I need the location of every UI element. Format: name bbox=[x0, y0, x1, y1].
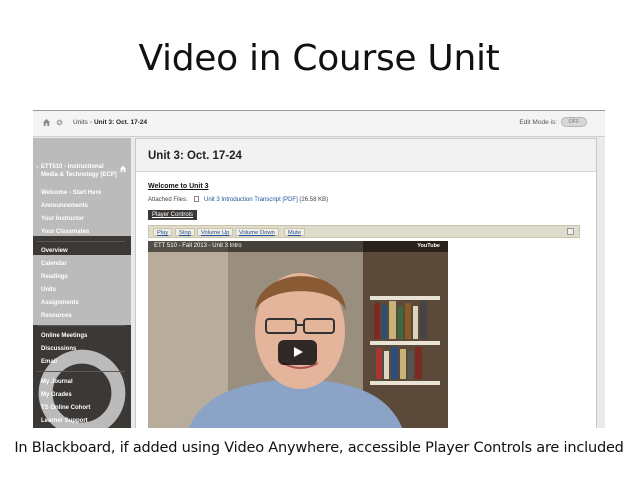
video-player[interactable]: ETT 510 - Fall 2013 - Unit 3 Intro YouTu… bbox=[148, 241, 448, 428]
course-menu-toolbar bbox=[33, 138, 131, 428]
file-icon bbox=[194, 196, 200, 202]
blackboard-screenshot: Units › Unit 3: Oct. 17-24 Edit Mode is: O… bbox=[33, 110, 605, 428]
menu-divider bbox=[37, 241, 125, 242]
course-home-icon[interactable] bbox=[119, 165, 127, 173]
breadcrumb-current: Unit 3: Oct. 17-24 bbox=[93, 119, 148, 126]
play-button[interactable]: Play bbox=[153, 228, 173, 236]
menu-divider bbox=[37, 325, 125, 326]
page-title: Unit 3: Oct. 17-24 bbox=[148, 150, 242, 162]
breadcrumb: Units › Unit 3: Oct. 17-24 bbox=[73, 119, 147, 126]
top-breadcrumb-bar: Units › Unit 3: Oct. 17-24 Edit Mode is: O… bbox=[33, 111, 605, 137]
attached-files: Attached Files: Unit 3 Introduction Tran… bbox=[148, 196, 328, 203]
refresh-icon[interactable] bbox=[33, 344, 131, 428]
player-controls-bar: Play Stop Volume Up Volume Down Mute bbox=[148, 225, 580, 238]
nav-item-classmates[interactable]: Your Classmates bbox=[41, 229, 89, 235]
attached-file-size: (26.58 KB) bbox=[299, 197, 329, 203]
slide-caption: In Blackboard, if added using Video Anyw… bbox=[14, 440, 624, 456]
youtube-logo[interactable]: YouTube bbox=[417, 241, 440, 252]
nav-item-announcements[interactable]: Announcements bbox=[41, 203, 88, 209]
attached-files-label: Attached Files: bbox=[148, 197, 188, 203]
video-title-bar: ETT 510 - Fall 2013 - Unit 3 Intro YouTu… bbox=[148, 241, 448, 252]
nav-item-assignments[interactable]: Assignments bbox=[41, 300, 79, 306]
content-area: Unit 3: Oct. 17-24 Welcome to Unit 3 Att… bbox=[135, 138, 597, 428]
nav-item-my-grades[interactable]: My Grades bbox=[41, 392, 72, 398]
welcome-heading[interactable]: Welcome to Unit 3 bbox=[148, 183, 209, 190]
nav-item-instructor[interactable]: Your Instructor bbox=[41, 216, 84, 222]
slide-title: Video in Course Unit bbox=[138, 38, 500, 79]
nav-item-resources[interactable]: Resources bbox=[41, 313, 72, 319]
nav-item-discussions[interactable]: Discussions bbox=[41, 346, 76, 352]
menu-divider bbox=[37, 371, 125, 372]
nav-item-units[interactable]: Units bbox=[41, 287, 56, 293]
mute-button[interactable]: Mute bbox=[284, 228, 305, 236]
volume-down-button[interactable]: Volume Down bbox=[235, 228, 279, 236]
expand-icon[interactable] bbox=[567, 228, 574, 235]
nav-item-ts-online-cohort[interactable]: TS Online Cohort bbox=[41, 405, 90, 411]
stop-button[interactable]: Stop bbox=[175, 228, 195, 236]
collapse-caret-icon[interactable]: ▼ bbox=[35, 165, 40, 171]
edit-mode-toggle[interactable]: OFF bbox=[561, 117, 587, 127]
edit-mode-label: Edit Mode is: bbox=[519, 119, 557, 126]
video-frame bbox=[148, 241, 448, 428]
nav-item-email[interactable]: Email bbox=[41, 359, 57, 365]
breadcrumb-units[interactable]: Units bbox=[73, 119, 88, 126]
course-menu: ▼ ETT510 - Instructional Media & Technol… bbox=[33, 138, 131, 428]
content-header: Unit 3: Oct. 17-24 bbox=[136, 139, 596, 172]
home-icon[interactable] bbox=[42, 118, 51, 127]
course-name[interactable]: ETT510 - Instructional Media & Technolog… bbox=[41, 164, 121, 179]
nav-item-overview[interactable]: Overview bbox=[41, 248, 68, 254]
video-title[interactable]: ETT 510 - Fall 2013 - Unit 3 Intro bbox=[154, 243, 242, 249]
play-icon[interactable] bbox=[278, 340, 317, 365]
nav-item-learner-support[interactable]: Learner Support bbox=[41, 418, 88, 424]
nav-item-calendar[interactable]: Calendar bbox=[41, 261, 67, 267]
gear-icon[interactable] bbox=[55, 118, 64, 127]
nav-item-my-journal[interactable]: My Journal bbox=[41, 379, 73, 385]
volume-up-button[interactable]: Volume Up bbox=[197, 228, 234, 236]
nav-item-readings[interactable]: Readings bbox=[41, 274, 68, 280]
nav-item-online-meetings[interactable]: Online Meetings bbox=[41, 333, 87, 339]
attached-file-link[interactable]: Unit 3 Introduction Transcript [PDF] bbox=[204, 197, 298, 203]
player-controls-label: Player Controls bbox=[148, 210, 198, 220]
nav-item-welcome[interactable]: Welcome - Start Here bbox=[41, 190, 101, 196]
